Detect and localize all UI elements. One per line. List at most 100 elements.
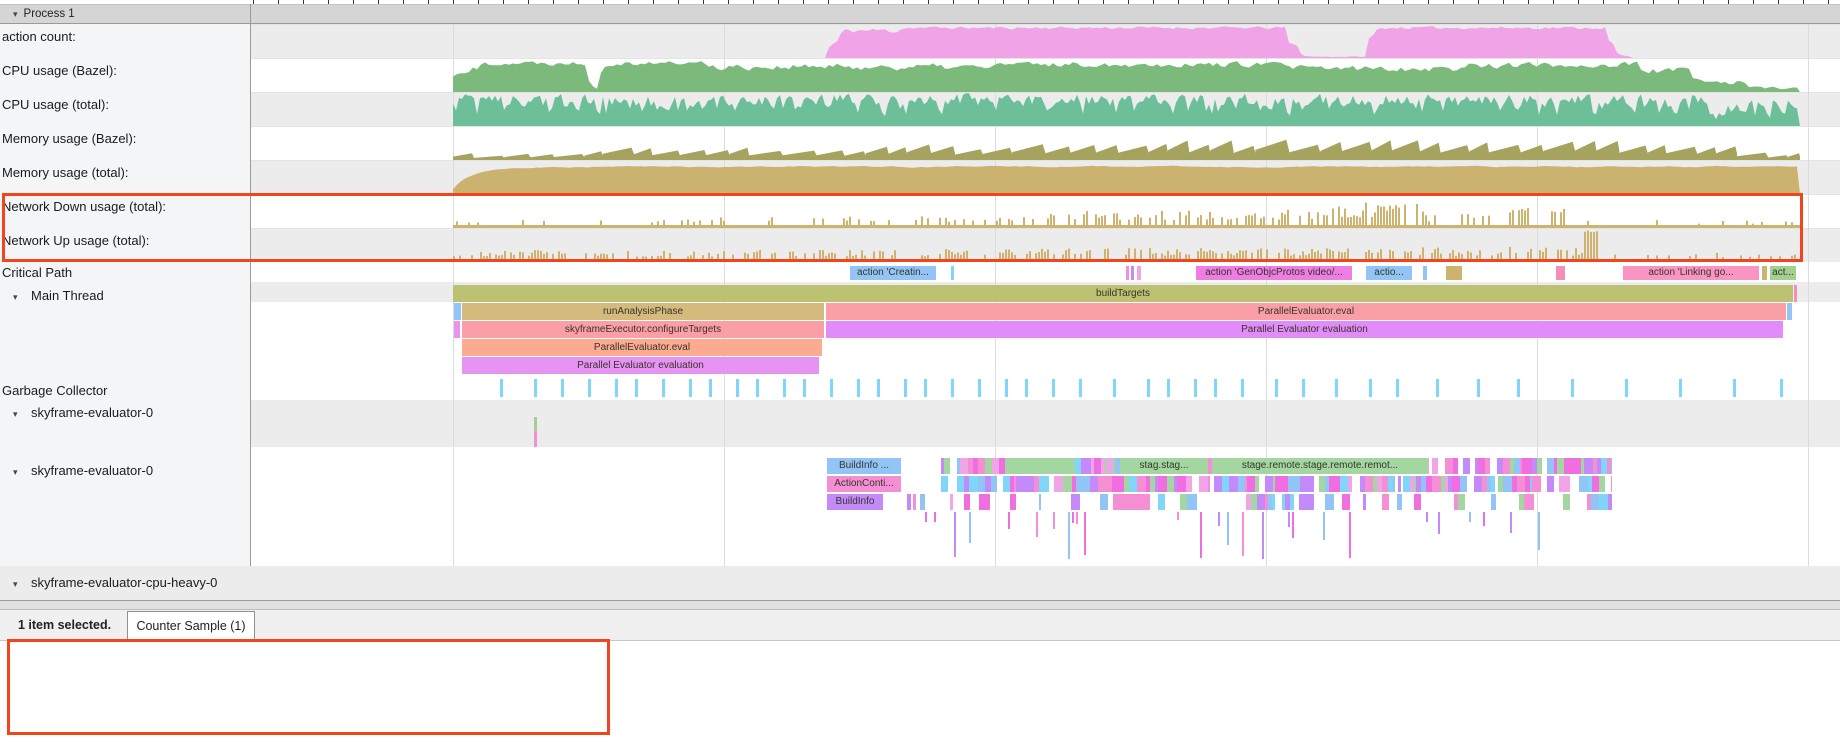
evaluator2-slice[interactable] [1342,494,1351,510]
flame-slice[interactable] [454,321,460,338]
gc-tick[interactable] [877,379,880,397]
evaluator2-slice[interactable] [1463,458,1470,474]
evaluator2-slice[interactable] [1608,494,1612,510]
evaluator2-green-slice[interactable] [1005,458,1075,474]
evaluator2-slice[interactable] [1398,476,1401,492]
evaluator2-drip[interactable] [925,512,927,522]
evaluator2-slice[interactable] [1532,476,1540,492]
gc-tick[interactable] [924,379,927,397]
gc-tick[interactable] [635,379,638,397]
gc-tick[interactable] [1214,379,1217,397]
gc-tick[interactable] [1335,379,1338,397]
evaluator2-drip[interactable] [1510,512,1512,533]
evaluator2-slice[interactable] [1452,476,1460,492]
panel-splitter[interactable] [0,600,1840,610]
gc-tick[interactable] [951,379,954,397]
evaluator2-slice[interactable] [907,494,911,510]
evaluator2-slice[interactable] [1458,494,1465,510]
evaluator2-slice[interactable] [1186,476,1192,492]
evaluator2-slice[interactable] [1214,476,1222,492]
evaluator2-slice[interactable] [1611,458,1612,474]
evaluator2-slice[interactable] [1076,476,1084,492]
evaluator2-slice[interactable] [1537,458,1542,474]
evaluator2-slice[interactable] [1601,458,1608,474]
evaluator2-named-slice[interactable]: BuildInfo [827,494,883,510]
evaluator2-slice[interactable] [1611,476,1612,492]
evaluator2-slice[interactable] [1193,494,1196,510]
gc-tick[interactable] [1780,379,1783,397]
critical-path-slice[interactable] [1762,266,1767,280]
flame-slice[interactable]: ParallelEvaluator.eval [462,339,822,356]
gc-tick[interactable] [978,379,981,397]
evaluator2-drip[interactable] [1008,512,1010,529]
flame-slice[interactable] [454,303,461,320]
evaluator2-slice[interactable] [1275,476,1282,492]
gc-tick[interactable] [689,379,692,397]
evaluator2-green-slice[interactable]: stag.stag... [1120,458,1208,474]
evaluator2-drip[interactable] [1072,512,1074,523]
evaluator2-drip[interactable] [1292,512,1294,538]
evaluator2-slice[interactable] [1003,476,1010,492]
evaluator2-slice[interactable] [986,494,990,510]
track-label-skyframe-evaluator-0-b[interactable]: ▾skyframe-evaluator-0 [0,463,248,478]
evaluator2-slice[interactable] [1299,494,1306,510]
evaluator2-slice[interactable] [1167,476,1174,492]
evaluator2-slice[interactable] [1530,494,1534,510]
evaluator2-slice[interactable] [1063,476,1072,492]
counter-chart-1[interactable] [250,58,1840,92]
evaluator2-slice[interactable] [1039,494,1042,510]
evaluator2-drip[interactable] [934,512,936,522]
counter-chart-6[interactable] [250,228,1840,262]
evaluator2-slice[interactable] [1100,494,1108,510]
critical-path-slice[interactable] [1131,266,1134,280]
evaluator2-slice[interactable] [957,476,964,492]
evaluator2-slice[interactable] [1517,476,1525,492]
evaluator2-slice[interactable] [1238,476,1245,492]
gc-tick[interactable] [588,379,591,397]
evaluator2-slice[interactable] [1393,476,1395,492]
evaluator2-slice[interactable] [1525,458,1532,474]
evaluator2-slice[interactable] [960,458,968,474]
evaluator2-slice[interactable] [1272,494,1275,510]
evaluator2-drip[interactable] [1323,512,1325,540]
counter-chart-0[interactable] [250,24,1840,58]
evaluator2-slice[interactable] [1363,494,1366,510]
evaluator2-named-slice[interactable]: BuildInfo ... [827,458,901,474]
gc-tick[interactable] [1275,379,1278,397]
evaluator2-drip[interactable] [1084,512,1086,555]
gc-tick[interactable] [615,379,618,397]
critical-path-slice[interactable] [1126,266,1129,280]
evaluator2-slice[interactable] [1112,476,1120,492]
evaluator2-slice[interactable] [1208,476,1210,492]
critical-path-slice[interactable] [1137,266,1141,280]
gc-tick[interactable] [1113,379,1116,397]
evaluator2-green-slice[interactable]: stage.remote.stage.remote.remot... [1212,458,1428,474]
evaluator2-drip[interactable] [1177,512,1179,520]
evaluator2-slice[interactable] [1094,458,1102,474]
evaluator2-slice[interactable] [1039,476,1046,492]
evaluator2-slice[interactable] [1503,476,1512,492]
evaluator2-slice[interactable] [913,494,916,510]
evaluator2-slice[interactable] [1348,476,1352,492]
gc-tick[interactable] [830,379,833,397]
gc-tick[interactable] [1369,379,1372,397]
track-label-cpu-total[interactable]: CPU usage (total): [0,97,248,112]
evaluator2-slice[interactable] [1573,458,1581,474]
evaluator2-slice[interactable] [1158,494,1165,510]
evaluator2-slice[interactable] [1016,476,1025,492]
evaluator2-drip[interactable] [1200,512,1202,558]
evaluator2-slice[interactable] [944,458,951,474]
flame-slice[interactable]: Parallel Evaluator evaluation [462,357,819,374]
gc-tick[interactable] [709,379,712,397]
evaluator2-slice[interactable] [1445,458,1453,474]
evaluator2-slice[interactable] [969,476,977,492]
gc-tick[interactable] [1571,379,1574,397]
evaluator2-drip[interactable] [1426,512,1428,522]
counter-chart-5[interactable] [250,194,1840,228]
flame-slice[interactable]: buildTargets [453,285,1793,302]
track-label-main-thread[interactable]: ▾Main Thread [0,288,248,303]
track-label-cpu-bazel[interactable]: CPU usage (Bazel): [0,63,248,78]
process-header[interactable]: ▾Process 1 [0,4,1840,24]
track-label-action-count[interactable]: action count: [0,29,248,44]
critical-path-slice[interactable]: action 'Creatin... [850,266,936,280]
